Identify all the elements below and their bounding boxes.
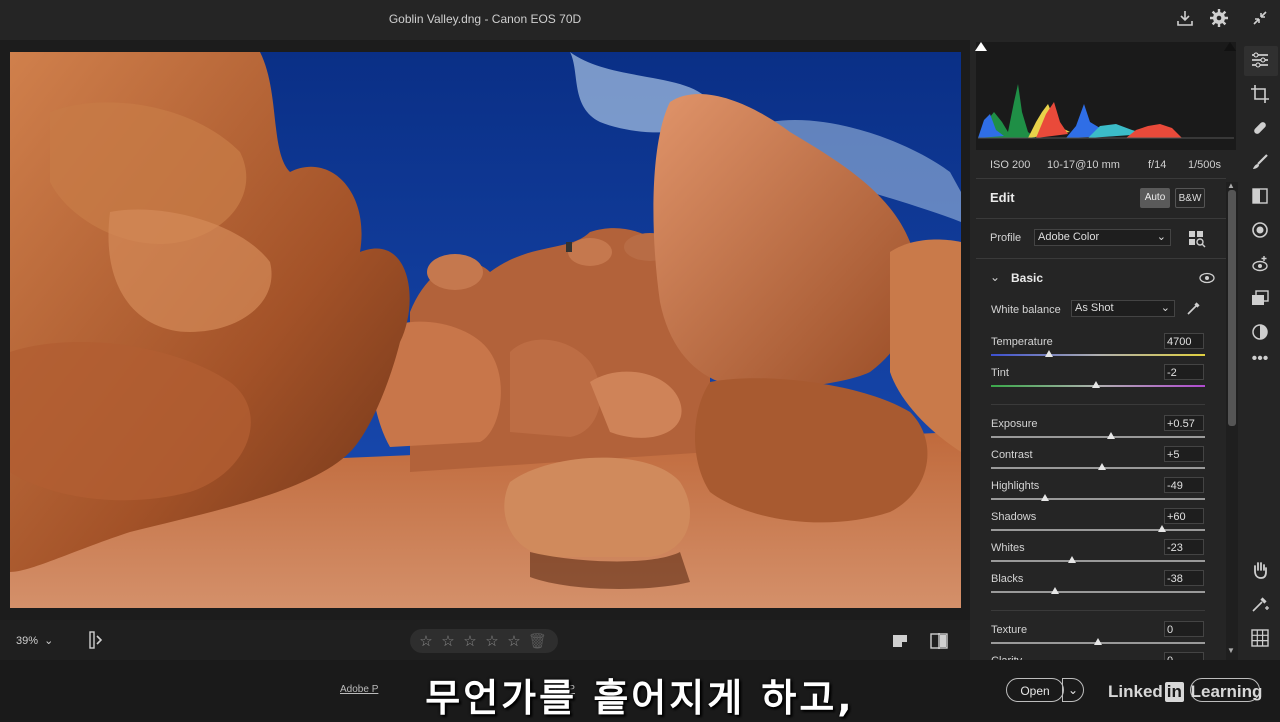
edit-sliders-icon[interactable] [1250, 50, 1270, 70]
graduated-filter-icon[interactable] [1250, 186, 1270, 206]
save-icon[interactable] [1175, 8, 1197, 30]
slider-thumb[interactable] [1106, 432, 1115, 439]
photo-preview[interactable] [10, 52, 961, 608]
slider-label: Contrast [991, 449, 1033, 461]
profile-value: Adobe Color [1038, 231, 1100, 243]
snapshots-icon[interactable] [1250, 288, 1270, 308]
slider-value-field[interactable]: -23 [1164, 539, 1204, 555]
slider-value-field[interactable]: -49 [1164, 477, 1204, 493]
star-icon[interactable]: ☆ [462, 632, 478, 650]
profile-browser-icon[interactable] [1188, 230, 1206, 248]
rating-stars[interactable]: ☆ ☆ ☆ ☆ ☆ 🗑 [410, 629, 558, 653]
divider [976, 258, 1226, 259]
basic-section-title[interactable]: Basic [1011, 271, 1043, 285]
video-subtitle: 무언가를 흩어지게 하고, [425, 676, 855, 720]
zoom-value: 39% [16, 635, 39, 647]
white-balance-dropdown[interactable]: As Shot ⌄ [1071, 300, 1175, 317]
slider-label: Highlights [991, 480, 1040, 492]
hand-icon[interactable] [1250, 560, 1270, 580]
star-icon[interactable]: ☆ [440, 632, 456, 650]
slider-label: Shadows [991, 511, 1037, 523]
brush-icon[interactable] [1250, 152, 1270, 172]
shutter-value: 1/500s [1188, 159, 1222, 171]
single-view-icon[interactable] [892, 633, 908, 649]
histogram [976, 42, 1236, 150]
slider-value-field[interactable]: 0 [1164, 621, 1204, 637]
auto-button[interactable]: Auto [1140, 188, 1170, 208]
eyedropper-icon[interactable] [1185, 299, 1203, 317]
presets-icon[interactable] [1250, 322, 1270, 342]
iso-value: ISO 200 [990, 159, 1031, 171]
slider-track[interactable] [991, 436, 1205, 438]
highlight-clipping-icon[interactable] [1224, 42, 1236, 51]
gear-icon[interactable] [1209, 8, 1231, 30]
chevron-down-icon: ⌄ [1160, 302, 1170, 314]
slider-track[interactable] [991, 560, 1205, 562]
radial-filter-icon[interactable] [1250, 220, 1270, 240]
filmstrip-toggle-icon[interactable] [88, 630, 106, 650]
crop-icon[interactable] [1250, 84, 1270, 104]
chevron-down-icon[interactable]: ⌄ [990, 270, 1000, 284]
eye-icon[interactable] [1199, 271, 1215, 285]
slider-thumb[interactable] [1040, 494, 1049, 501]
divider [976, 178, 1226, 179]
slider-thumb[interactable] [1091, 381, 1100, 388]
profile-label: Profile [990, 232, 1022, 244]
slider-label: Whites [991, 542, 1025, 554]
profile-dropdown[interactable]: Adobe Color ⌄ [1034, 229, 1171, 246]
slider-thumb[interactable] [1068, 556, 1077, 563]
zoom-level[interactable]: 39% ⌄ [16, 634, 53, 647]
slider-label: Blacks [991, 573, 1024, 585]
edit-title: Edit [990, 190, 1015, 205]
compare-view-icon[interactable] [930, 632, 948, 650]
slider-value-field[interactable]: -2 [1164, 364, 1204, 380]
star-icon[interactable]: ☆ [484, 632, 500, 650]
slider-label: Exposure [991, 418, 1038, 430]
slider-value-field[interactable]: +60 [1164, 508, 1204, 524]
slider-thumb[interactable] [1051, 587, 1060, 594]
shadow-clipping-icon[interactable] [975, 42, 987, 51]
slider-thumb[interactable] [1158, 525, 1167, 532]
scroll-down-icon[interactable]: ▼ [1227, 646, 1235, 655]
slider-thumb[interactable] [1044, 350, 1053, 357]
white-balance-value: As Shot [1075, 302, 1114, 314]
slider-value-field[interactable]: +0.57 [1164, 415, 1204, 431]
slider-track[interactable] [991, 498, 1205, 500]
slider-track[interactable] [991, 591, 1205, 593]
window-title: Goblin Valley.dng - Canon EOS 70D [388, 12, 582, 26]
divider [976, 218, 1226, 219]
chevron-down-icon: ⌄ [1156, 231, 1166, 243]
slider-value-field[interactable]: 4700 [1164, 333, 1204, 349]
slider-label: Texture [991, 624, 1028, 636]
slider-label: Temperature [991, 336, 1053, 348]
lens-value: 10-17@10 mm [1047, 159, 1120, 171]
slider-track[interactable] [991, 354, 1205, 356]
aperture-value: f/14 [1148, 159, 1167, 171]
star-icon[interactable]: ☆ [418, 632, 434, 650]
slider-thumb[interactable] [1094, 638, 1102, 645]
red-eye-icon[interactable] [1250, 254, 1270, 274]
scroll-up-icon[interactable]: ▲ [1227, 181, 1235, 190]
trash-icon[interactable]: 🗑 [528, 632, 547, 650]
slider-value-field[interactable]: -38 [1164, 570, 1204, 586]
bw-button[interactable]: B&W [1175, 188, 1205, 208]
divider [991, 404, 1205, 405]
collapse-icon[interactable] [1250, 8, 1272, 30]
slider-thumb[interactable] [1098, 463, 1107, 470]
divider [991, 610, 1205, 611]
star-icon[interactable]: ☆ [506, 632, 522, 650]
slider-value-field[interactable]: +5 [1164, 446, 1204, 462]
white-balance-tool-icon[interactable] [1250, 594, 1270, 614]
healing-brush-icon[interactable] [1250, 118, 1270, 138]
slider-track[interactable] [991, 529, 1205, 531]
more-icon[interactable]: ••• [1250, 350, 1270, 370]
scrollbar-thumb[interactable] [1228, 190, 1236, 426]
grid-icon[interactable] [1250, 628, 1270, 648]
white-balance-label: White balance [991, 304, 1061, 316]
slider-label: Tint [991, 367, 1009, 379]
